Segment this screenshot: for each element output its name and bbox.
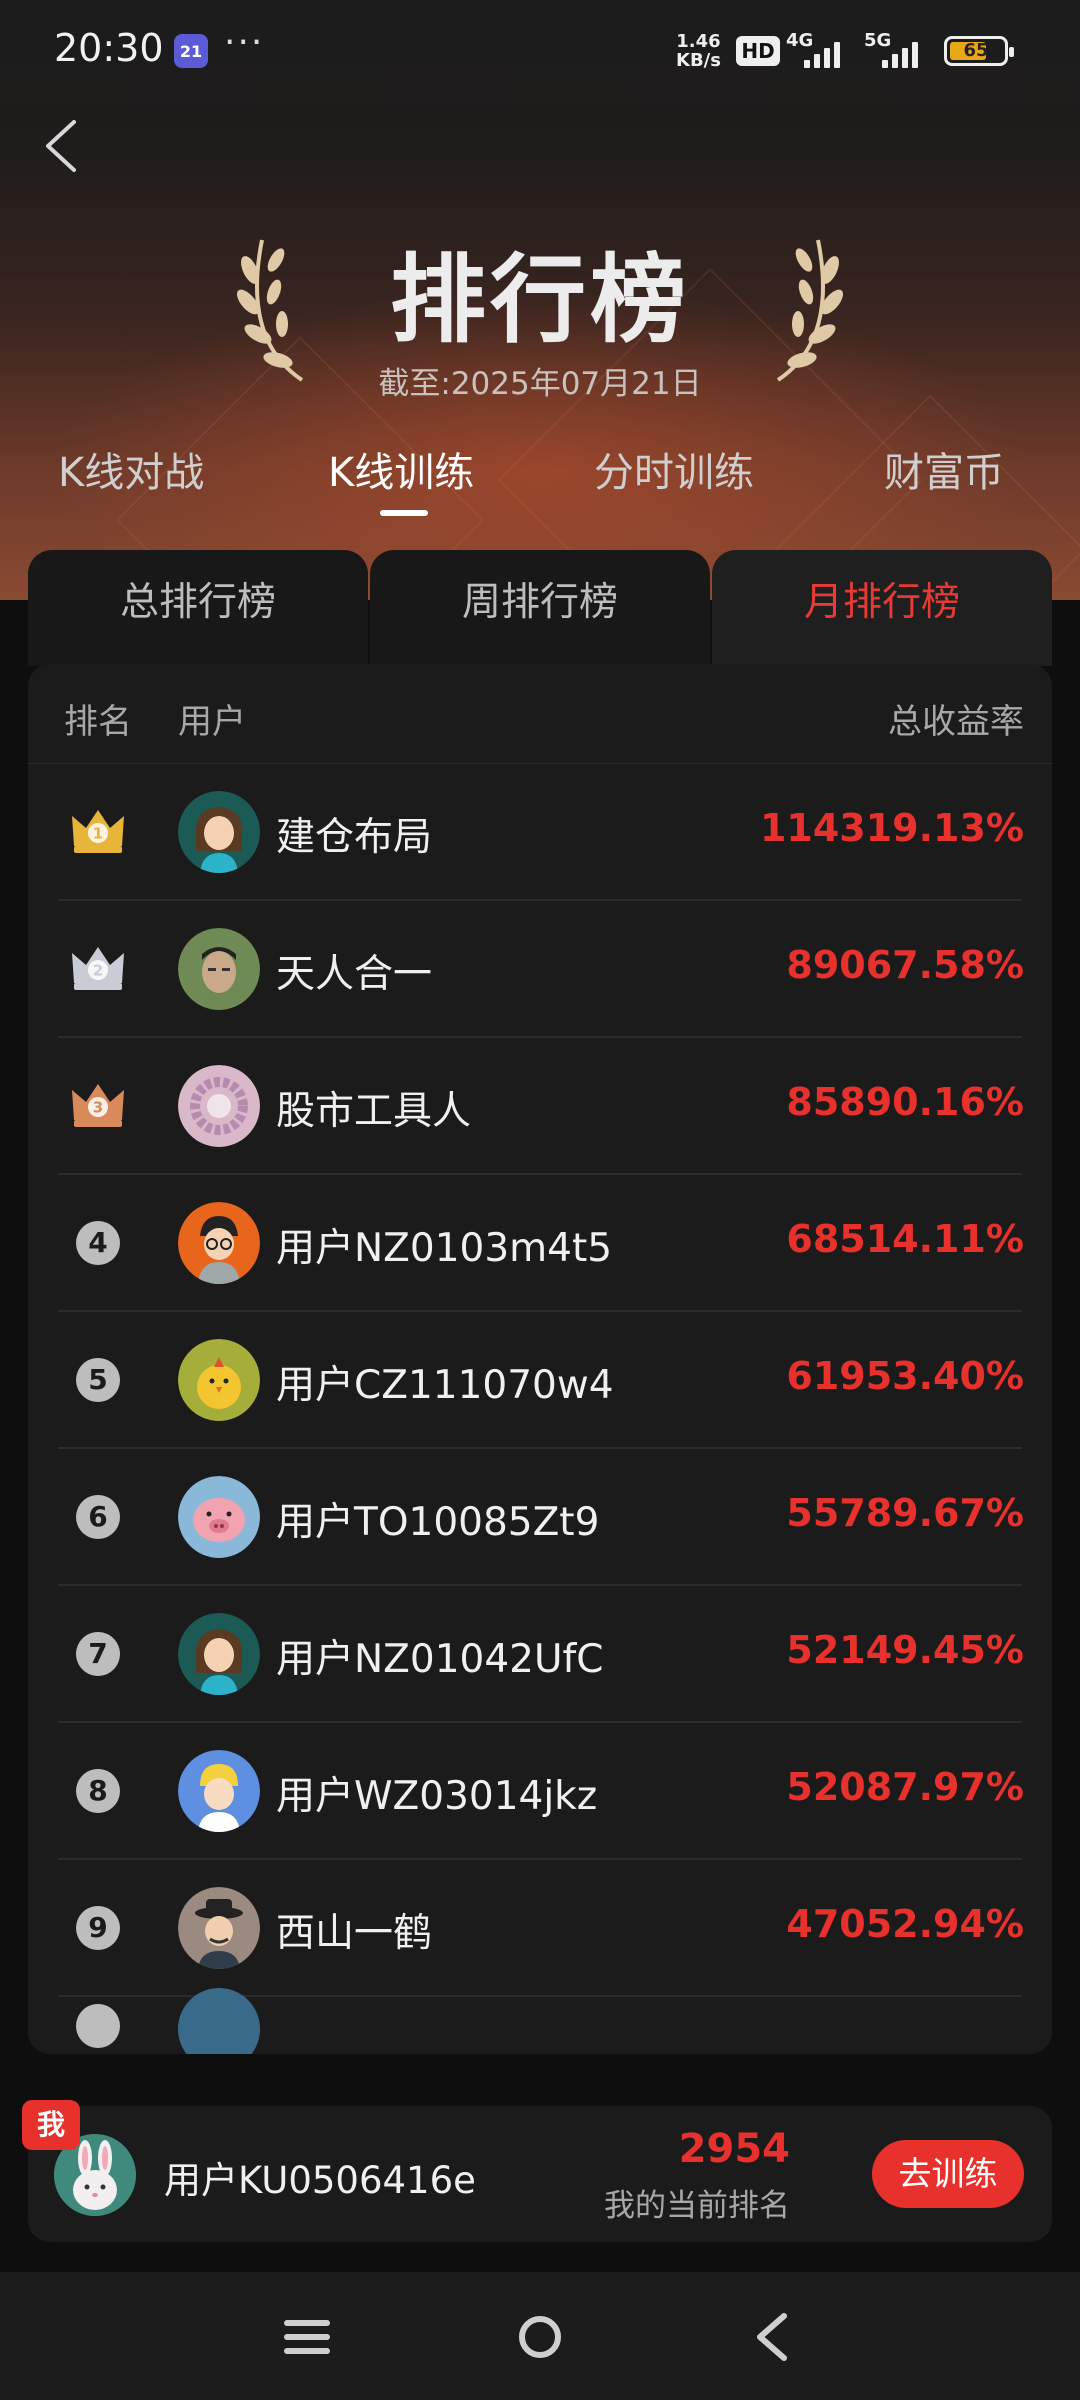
- column-header-return-rate: 总收益率: [888, 702, 1024, 742]
- table-row[interactable]: 6 用户TO10085Zt9 55789.67%: [28, 1449, 1052, 1586]
- back-button[interactable]: [36, 116, 96, 176]
- home-icon[interactable]: [505, 2302, 575, 2372]
- table-row[interactable]: 5 用户CZ111070w4 61953.40%: [28, 1312, 1052, 1449]
- tab-kline-battle[interactable]: K线对战: [58, 440, 204, 498]
- table-row[interactable]: 4 用户NZ0103m4t5 68514.11%: [28, 1175, 1052, 1312]
- page-subtitle-date: 截至:2025年07月21日: [378, 366, 702, 402]
- tab-kline-training[interactable]: K线训练: [328, 440, 474, 498]
- return-rate: 55789.67%: [786, 1491, 1024, 1535]
- rank-badge: 5: [76, 1358, 120, 1402]
- my-rank-number: 2954: [678, 2126, 790, 2172]
- svg-text:1: 1: [93, 825, 103, 843]
- page-title: 排行榜: [390, 244, 690, 356]
- table-row[interactable]: 2 天人合一 89067.58%: [28, 901, 1052, 1038]
- user-name: 股市工具人: [276, 1089, 472, 1134]
- svg-text:3: 3: [93, 1099, 103, 1117]
- return-rate: 52087.97%: [786, 1765, 1024, 1809]
- rank-badge: 4: [76, 1221, 120, 1265]
- user-name: 用户TO10085Zt9: [276, 1500, 600, 1545]
- network-speed-unit: KB/s: [676, 50, 721, 71]
- tab-total-ranking[interactable]: 总排行榜: [28, 550, 368, 666]
- boy-avatar[interactable]: [178, 1750, 260, 1832]
- column-header-rank: 排名: [64, 702, 132, 742]
- user-name: 用户CZ111070w4: [276, 1363, 614, 1408]
- period-tabs: 总排行榜 周排行榜 月排行榜: [28, 550, 1052, 666]
- return-rate: 52149.45%: [786, 1628, 1024, 1672]
- tab-intraday-training[interactable]: 分时训练: [594, 440, 754, 498]
- photo-avatar[interactable]: [178, 928, 260, 1010]
- column-header-user: 用户: [178, 702, 246, 742]
- network-speed: 1.46 KB/s: [676, 32, 721, 70]
- more-notifications-icon: ···: [224, 22, 265, 63]
- calendar-icon: 21: [174, 34, 208, 68]
- user-name: 建仓布局: [276, 815, 433, 860]
- status-bar: 20:30 21 ··· 1.46 KB/s HD 4G 5G 65: [0, 0, 1080, 100]
- my-rank-bar: 用户KU0506416e 2954 我的当前排名 去训练: [28, 2106, 1052, 2242]
- ranking-table[interactable]: 排名 用户 总收益率 1 建仓布局 114319.13% 2 天人合一 89067.58%…: [28, 664, 1052, 2054]
- return-rate: 85890.16%: [786, 1080, 1024, 1124]
- table-row[interactable]: 3 股市工具人 85890.16%: [28, 1038, 1052, 1175]
- bracelet-avatar[interactable]: [178, 1065, 260, 1147]
- table-header: 排名 用户 总收益率: [28, 664, 1052, 764]
- chevron-left-icon: [46, 120, 76, 172]
- return-rate: 89067.58%: [786, 943, 1024, 987]
- table-row[interactable]: 8 用户WZ03014jkz 52087.97%: [28, 1723, 1052, 1860]
- man-glasses-avatar[interactable]: [178, 1202, 260, 1284]
- rank-badge: 6: [76, 1495, 120, 1539]
- menu-icon[interactable]: [272, 2302, 342, 2372]
- table-row[interactable]: [28, 1988, 1052, 2054]
- svg-text:2: 2: [93, 962, 103, 980]
- pig-avatar[interactable]: [178, 1476, 260, 1558]
- tab-weekly-ranking[interactable]: 周排行榜: [370, 550, 710, 666]
- crown-rank-1-icon: 1: [68, 802, 128, 858]
- crown-rank-3-icon: 3: [68, 1076, 128, 1132]
- woman-avatar[interactable]: [178, 791, 260, 873]
- rank-badge: 9: [76, 1906, 120, 1950]
- my-username: 用户KU0506416e: [164, 2159, 476, 2202]
- rank-badge: 7: [76, 1632, 120, 1676]
- user-name: 西山一鹤: [276, 1911, 433, 1956]
- rank-badge: 8: [76, 1769, 120, 1813]
- hd-icon: HD: [736, 36, 780, 66]
- rank-badge: [76, 2004, 120, 2048]
- category-tabs: K线对战 K线训练 分时训练 财富币: [0, 440, 1080, 520]
- return-rate: 114319.13%: [759, 806, 1024, 850]
- user-name: 天人合一: [276, 952, 433, 997]
- table-row[interactable]: 7 用户NZ01042UfC 52149.45%: [28, 1586, 1052, 1723]
- tab-monthly-ranking[interactable]: 月排行榜: [712, 550, 1052, 666]
- go-training-button[interactable]: 去训练: [872, 2140, 1024, 2208]
- signal-4g-icon: [800, 36, 850, 68]
- network-speed-value: 1.46: [676, 31, 721, 52]
- signal-5g-icon: [878, 36, 928, 68]
- back-nav-icon[interactable]: [738, 2302, 808, 2372]
- table-row[interactable]: 1 建仓布局 114319.13%: [28, 764, 1052, 901]
- return-rate: 47052.94%: [786, 1902, 1024, 1946]
- table-row[interactable]: 9 西山一鹤 47052.94%: [28, 1860, 1052, 1997]
- user-name: 用户WZ03014jkz: [276, 1774, 598, 1819]
- woman-avatar[interactable]: [178, 1613, 260, 1695]
- detective-avatar[interactable]: [178, 1887, 260, 1969]
- battery-percent: 65: [963, 40, 989, 61]
- avatar: [178, 1988, 260, 2054]
- chick-avatar[interactable]: [178, 1339, 260, 1421]
- me-badge: 我: [22, 2100, 80, 2150]
- user-name: 用户NZ0103m4t5: [276, 1226, 613, 1271]
- active-tab-indicator: [380, 510, 428, 516]
- return-rate: 68514.11%: [786, 1217, 1024, 1261]
- user-name: 用户NZ01042UfC: [276, 1637, 604, 1682]
- crown-rank-2-icon: 2: [68, 939, 128, 995]
- status-time: 20:30: [54, 26, 164, 70]
- system-nav-bar: [0, 2272, 1080, 2400]
- return-rate: 61953.40%: [786, 1354, 1024, 1398]
- tab-wealth-coin[interactable]: 财富币: [884, 440, 1004, 498]
- battery-icon: 65: [944, 36, 1014, 66]
- my-rank-label: 我的当前排名: [604, 2188, 790, 2224]
